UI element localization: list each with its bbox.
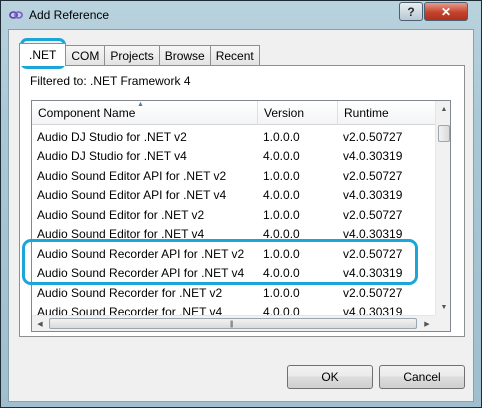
list-header: ▲ Component Name Version Runtime (32, 101, 436, 125)
component-name: Audio Sound Editor for .NET v2 (37, 207, 205, 222)
horizontal-scrollbar[interactable]: ◀ ||| ▶ (32, 315, 435, 331)
list-row[interactable]: Audio Sound Editor for .NET v4 4.0.0.0 v… (32, 225, 436, 245)
component-runtime: v4.0.30319 (343, 266, 403, 281)
add-reference-dialog: Add Reference ? ✕ .NET COM Projects Brow… (0, 0, 482, 408)
title-bar[interactable]: Add Reference ? ✕ (1, 1, 481, 29)
component-version: 4.0.0.0 (263, 227, 300, 242)
scroll-up-icon[interactable]: ▲ (436, 101, 450, 117)
component-version: 1.0.0.0 (263, 246, 300, 261)
list-row[interactable]: Audio Sound Editor API for .NET v4 4.0.0… (32, 186, 436, 206)
scroll-right-icon[interactable]: ▶ (419, 316, 435, 331)
list-row[interactable]: Audio Sound Editor API for .NET v2 1.0.0… (32, 166, 436, 186)
component-runtime: v4.0.30319 (343, 227, 403, 242)
component-runtime: v4.0.30319 (343, 149, 403, 164)
component-version: 1.0.0.0 (263, 168, 300, 183)
component-version: 1.0.0.0 (263, 129, 300, 144)
column-header-label: Component Name (38, 106, 136, 120)
component-name: Audio Sound Recorder for .NET v2 (37, 285, 223, 300)
list-rows: Audio DJ Studio for .NET v2 1.0.0.0 v2.0… (32, 127, 436, 322)
help-button[interactable]: ? (399, 2, 423, 21)
component-name: Audio Sound Editor for .NET v4 (37, 227, 205, 242)
column-header-runtime[interactable]: Runtime (338, 101, 436, 125)
component-name: Audio Sound Editor API for .NET v4 (37, 188, 227, 203)
component-name: Audio Sound Editor API for .NET v2 (37, 168, 227, 183)
vertical-scrollbar[interactable]: ▲ ▼ (435, 101, 450, 315)
window-title: Add Reference (29, 8, 110, 22)
tab-browse[interactable]: Browse (158, 45, 211, 65)
vertical-scroll-thumb[interactable] (438, 125, 450, 142)
list-row[interactable]: Audio Sound Recorder for .NET v2 1.0.0.0… (32, 283, 436, 303)
component-version: 1.0.0.0 (263, 285, 300, 300)
list-row[interactable]: Audio Sound Recorder API for .NET v2 1.0… (32, 244, 436, 264)
column-header-component-name[interactable]: ▲ Component Name (32, 101, 258, 125)
component-name: Audio Sound Recorder API for .NET v4 (37, 266, 245, 281)
component-list[interactable]: ▲ Component Name Version Runtime Audio D… (31, 100, 451, 332)
component-runtime: v2.0.50727 (343, 246, 403, 261)
list-row[interactable]: Audio DJ Studio for .NET v4 4.0.0.0 v4.0… (32, 147, 436, 167)
tab-com[interactable]: COM (65, 45, 106, 65)
list-row[interactable]: Audio DJ Studio for .NET v2 1.0.0.0 v2.0… (32, 127, 436, 147)
reference-icon (9, 9, 23, 21)
component-name: Audio DJ Studio for .NET v2 (37, 129, 187, 144)
cancel-button[interactable]: Cancel (379, 365, 465, 389)
tab-dotnet[interactable]: .NET (19, 43, 67, 66)
horizontal-scroll-thumb[interactable]: ||| (49, 318, 417, 329)
sort-ascending-icon: ▲ (137, 101, 144, 108)
scroll-down-icon[interactable]: ▼ (436, 299, 450, 315)
component-runtime: v2.0.50727 (343, 168, 403, 183)
dialog-body: .NET COM Projects Browse Recent Filtered… (8, 29, 474, 402)
column-header-label: Version (264, 106, 305, 120)
column-header-version[interactable]: Version (258, 101, 338, 125)
ok-button[interactable]: OK (287, 365, 373, 389)
component-runtime: v2.0.50727 (343, 129, 403, 144)
list-row[interactable]: Audio Sound Recorder API for .NET v4 4.0… (32, 264, 436, 284)
tab-panel-dotnet: Filtered to: .NET Framework 4 ▲ Componen… (19, 65, 465, 337)
component-name: Audio DJ Studio for .NET v4 (37, 149, 187, 164)
component-runtime: v4.0.30319 (343, 188, 403, 203)
tab-recent[interactable]: Recent (209, 45, 260, 65)
component-version: 4.0.0.0 (263, 149, 300, 164)
scroll-corner (435, 315, 450, 331)
component-name: Audio Sound Recorder API for .NET v2 (37, 246, 245, 261)
component-runtime: v2.0.50727 (343, 285, 403, 300)
component-version: 4.0.0.0 (263, 188, 300, 203)
column-header-label: Runtime (344, 106, 389, 120)
scroll-left-icon[interactable]: ◀ (32, 316, 48, 331)
tab-strip: .NET COM Projects Browse Recent (19, 43, 260, 66)
filter-label: Filtered to: .NET Framework 4 (30, 74, 191, 88)
grip-icon: ||| (230, 321, 234, 328)
component-version: 1.0.0.0 (263, 207, 300, 222)
component-runtime: v2.0.50727 (343, 207, 403, 222)
tab-projects[interactable]: Projects (104, 45, 160, 65)
list-row[interactable]: Audio Sound Editor for .NET v2 1.0.0.0 v… (32, 205, 436, 225)
component-version: 4.0.0.0 (263, 266, 300, 281)
close-button[interactable]: ✕ (424, 2, 468, 21)
close-icon: ✕ (440, 4, 452, 19)
